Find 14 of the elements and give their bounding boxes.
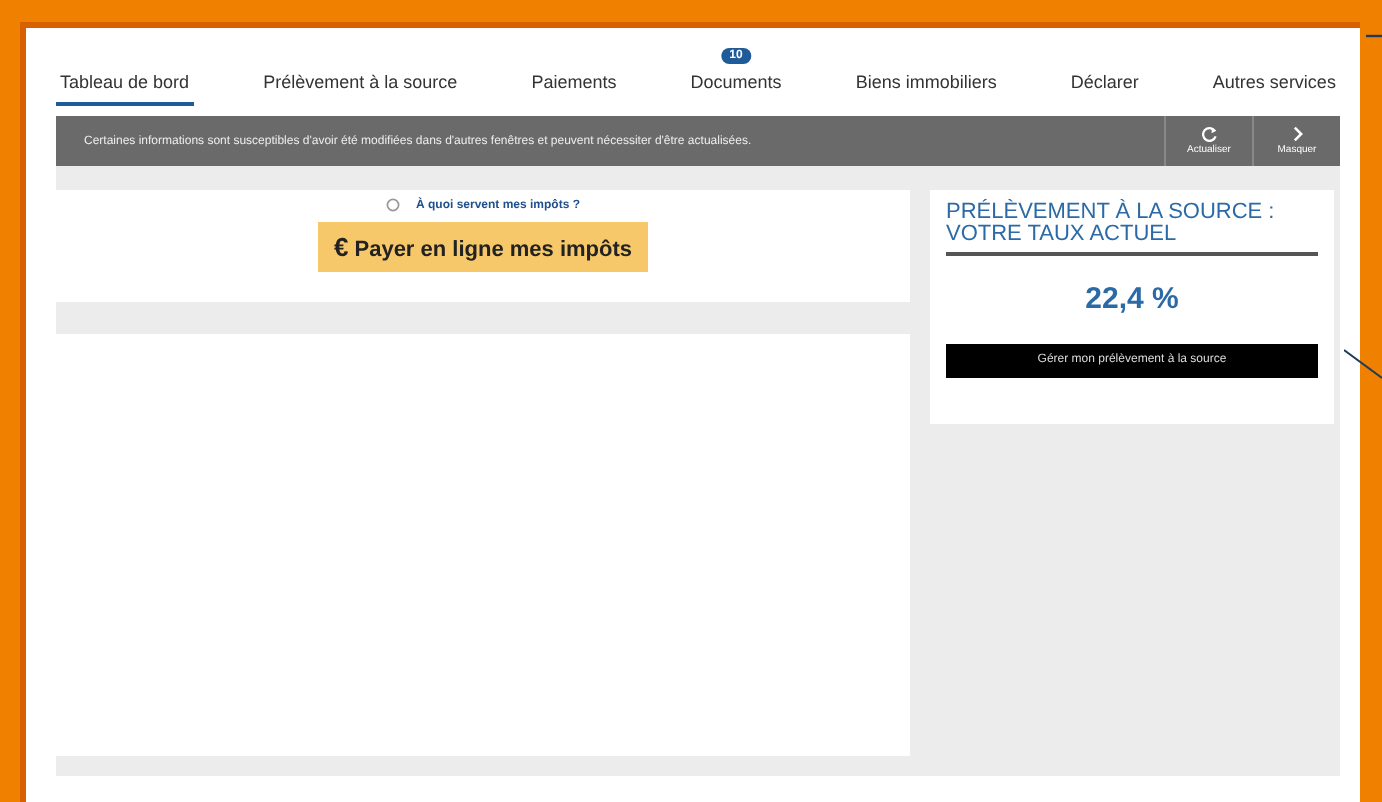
nav-tab[interactable]: Tableau de bord: [56, 68, 194, 106]
refresh-icon: [1201, 126, 1217, 142]
nav-tab[interactable]: Paiements: [527, 68, 621, 106]
nav-tab[interactable]: Prélèvement à la source: [259, 68, 462, 106]
nav-tab[interactable]: Biens immobiliers: [851, 68, 1001, 106]
chevron-right-icon: [1289, 126, 1305, 142]
nav-tab[interactable]: Autres services: [1208, 68, 1340, 106]
leader-line: [1366, 34, 1382, 38]
pay-button[interactable]: € Payer en ligne mes impôts: [317, 222, 649, 272]
leader-line: [1344, 348, 1382, 380]
circle-icon: [385, 198, 400, 212]
card-title: PRÉLÈVEMENT À LA SOURCE : VOTRE TAUX ACTUEL: [946, 202, 1318, 256]
nav-tab[interactable]: Déclarer: [1066, 68, 1143, 106]
tax-rate: 22,4 %: [1083, 282, 1181, 316]
